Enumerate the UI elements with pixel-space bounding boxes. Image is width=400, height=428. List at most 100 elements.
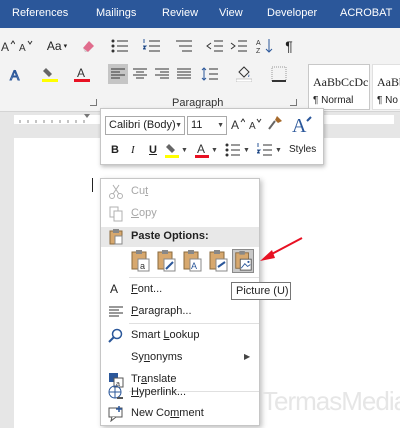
menu-item-synonyms[interactable]: Synonyms ▶ <box>101 347 259 369</box>
style-normal[interactable]: AaBbCcDc ¶ Normal <box>308 64 370 110</box>
format-painter-button[interactable] <box>267 115 283 134</box>
paste-picture-button[interactable] <box>232 249 254 273</box>
justify-button[interactable] <box>174 64 194 84</box>
increase-indent-button[interactable] <box>228 36 250 56</box>
ribbon-home: A A Aa ▾ AZ ¶ A A Paragraph AaBbCcDc ¶ N… <box>0 28 400 112</box>
font-color-icon: A ▼ <box>195 142 218 158</box>
paste-options-header: Paste Options: <box>101 227 259 247</box>
chevron-down-icon: ▼ <box>175 122 182 129</box>
svg-text:a: a <box>140 261 145 271</box>
menu-item-copy[interactable]: Copy <box>101 203 259 225</box>
change-case-label: Aa <box>46 39 62 53</box>
search-icon <box>108 328 123 343</box>
paste-keep-source-formatting-button[interactable]: a <box>129 249 151 273</box>
highlight-color-button[interactable]: ▼ <box>165 142 188 161</box>
menu-separator <box>129 323 259 324</box>
sort-button[interactable]: AZ <box>254 36 276 56</box>
svg-text:▼: ▼ <box>211 147 217 154</box>
svg-text:A: A <box>1 40 9 53</box>
clear-formatting-button[interactable] <box>78 36 98 56</box>
svg-text:A: A <box>19 43 26 53</box>
decrease-indent-button[interactable] <box>204 36 226 56</box>
menu-item-paragraph[interactable]: Paragraph... <box>101 301 259 323</box>
font-name-combo[interactable]: Calibri (Body) ▼ <box>105 116 185 135</box>
font-dialog-launcher[interactable] <box>90 99 97 106</box>
svg-text:▼: ▼ <box>275 147 282 154</box>
svg-text:A: A <box>249 121 256 131</box>
font-color-button[interactable]: A ▼ <box>195 142 218 161</box>
svg-text:Z: Z <box>256 48 261 54</box>
menu-item-new-comment[interactable]: New Comment <box>101 403 259 425</box>
svg-text:▼: ▼ <box>181 147 187 154</box>
menu-item-smart-lookup[interactable]: Smart Lookup <box>101 325 259 347</box>
numbering-button[interactable]: ▼ <box>255 143 283 160</box>
grow-font-button[interactable]: A <box>231 117 246 134</box>
paste-destination-icon: A <box>183 250 202 272</box>
style-no-spacing[interactable]: AaBbC ¶ No <box>372 64 400 110</box>
text-effects-icon: A <box>10 67 21 83</box>
bullets-icon: ▼ <box>225 143 250 157</box>
grow-font-button[interactable]: A <box>0 36 16 56</box>
tab-review[interactable]: Review <box>162 7 198 19</box>
menu-item-cut[interactable]: Cut <box>101 181 259 203</box>
numbering-button[interactable] <box>138 36 166 56</box>
menu-item-label: Copy <box>131 207 157 219</box>
italic-button[interactable]: I <box>131 144 135 156</box>
chevron-down-icon: ▼ <box>217 122 224 129</box>
menu-item-label: Smart Lookup <box>131 329 200 341</box>
tab-view[interactable]: View <box>219 7 243 19</box>
show-formatting-button[interactable]: ¶ <box>280 36 298 56</box>
paint-bucket-icon <box>236 66 252 82</box>
svg-text:A: A <box>197 142 205 156</box>
font-color-button[interactable]: A <box>70 64 94 84</box>
numbering-icon: ▼ <box>255 143 282 156</box>
shrink-font-button[interactable]: A <box>249 117 263 134</box>
font-size-value: 11 <box>191 119 203 131</box>
align-right-button[interactable] <box>152 64 172 84</box>
bold-button[interactable]: B <box>111 144 119 156</box>
underline-button[interactable]: U <box>149 144 157 156</box>
font-name-value: Calibri (Body) <box>109 119 176 131</box>
paragraph-dialog-launcher[interactable] <box>290 99 297 106</box>
bullets-button[interactable] <box>106 36 134 56</box>
tab-mailings[interactable]: Mailings <box>96 7 136 19</box>
multilevel-list-button[interactable] <box>170 36 198 56</box>
svg-text:A: A <box>77 66 85 80</box>
menu-item-label: Cut <box>131 185 149 197</box>
shrink-font-button[interactable]: A <box>18 36 36 56</box>
align-left-icon <box>111 68 125 79</box>
text-effects-button[interactable]: A <box>6 64 28 84</box>
numbering-icon <box>143 39 160 52</box>
style-sample: AaBbCcDc <box>313 75 369 89</box>
align-left-button[interactable] <box>108 64 128 84</box>
line-spacing-button[interactable] <box>198 64 222 84</box>
font-icon: A <box>110 282 119 296</box>
menu-item-hyperlink[interactable]: Hyperlink... <box>101 382 259 404</box>
bullets-icon <box>111 39 128 53</box>
borders-icon <box>271 66 287 82</box>
paste-options-label: Paste Options: <box>131 230 209 242</box>
menu-separator <box>129 277 259 278</box>
tab-developer[interactable]: Developer <box>267 7 317 19</box>
styles-button[interactable]: A <box>291 113 315 138</box>
shading-button[interactable] <box>232 64 256 84</box>
globe-link-icon <box>108 385 123 399</box>
bullets-button[interactable]: ▼ <box>225 143 251 160</box>
highlight-color-button[interactable] <box>38 64 62 84</box>
paste-use-destination-styles-button[interactable]: A <box>181 249 203 273</box>
line-spacing-icon <box>201 67 218 81</box>
tab-references[interactable]: References <box>12 7 68 19</box>
svg-text:A: A <box>191 261 197 271</box>
change-case-button[interactable]: Aa ▾ <box>44 36 70 56</box>
font-size-combo[interactable]: 11 ▼ <box>187 116 227 135</box>
tab-acrobat[interactable]: ACROBAT <box>340 7 392 19</box>
pilcrow-icon: ¶ <box>285 38 293 54</box>
clipboard-icon <box>109 229 123 245</box>
copy-icon <box>109 206 123 222</box>
align-right-icon <box>155 68 169 79</box>
paste-merge-formatting-button[interactable] <box>155 249 177 273</box>
borders-button[interactable] <box>264 64 294 84</box>
font-color-icon: A <box>74 66 90 82</box>
paste-link-button[interactable] <box>207 249 229 273</box>
align-center-button[interactable] <box>130 64 150 84</box>
